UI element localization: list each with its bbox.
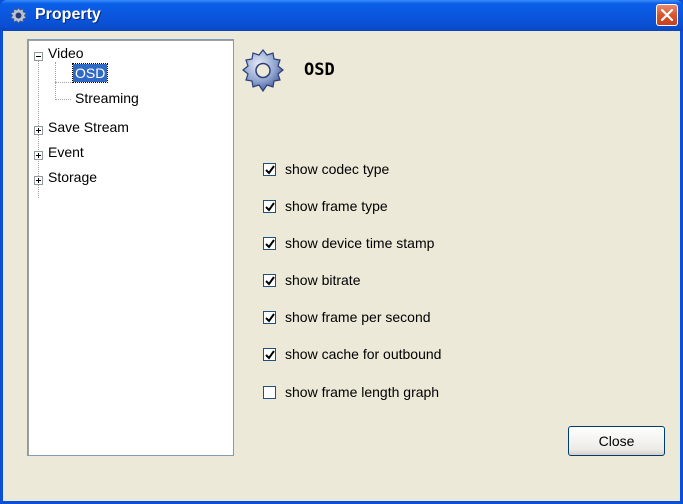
option-label: show cache for outbound [285, 346, 442, 362]
property-window: Property Video OSD Streaming Save Stream… [0, 0, 683, 504]
check-icon [265, 312, 275, 323]
collapse-toggle-video[interactable] [34, 52, 43, 61]
option-label: show device time stamp [285, 235, 435, 251]
check-icon [265, 349, 275, 360]
option-show-cache-for-outbound[interactable]: show cache for outbound [263, 345, 441, 363]
checkbox[interactable] [263, 310, 276, 324]
tree-item-streaming[interactable]: Streaming [75, 89, 139, 107]
checkbox[interactable] [263, 162, 276, 176]
checkbox[interactable] [263, 199, 276, 213]
panel-title: OSD [304, 60, 335, 80]
close-window-button[interactable] [656, 4, 678, 26]
option-label: show frame type [285, 198, 388, 214]
option-label: show frame length graph [285, 384, 440, 400]
checkbox[interactable] [263, 347, 276, 361]
check-icon [265, 275, 275, 286]
checkbox[interactable] [263, 385, 276, 399]
gear-icon [10, 7, 27, 24]
gear-icon [242, 49, 284, 93]
option-show-frame-per-second[interactable]: show frame per second [263, 308, 431, 326]
window-title: Property [35, 6, 101, 23]
option-show-device-time-stamp[interactable]: show device time stamp [263, 234, 434, 252]
title-bar[interactable]: Property [0, 0, 683, 31]
check-icon [265, 164, 275, 175]
settings-tree[interactable]: Video OSD Streaming Save Stream Event St… [27, 39, 234, 456]
option-label: show bitrate [285, 272, 361, 288]
tree-line [55, 82, 71, 83]
close-button[interactable]: Close [568, 426, 665, 456]
tree-item-video[interactable]: Video [48, 44, 84, 62]
tree-line [55, 62, 56, 100]
tree-item-event[interactable]: Event [48, 143, 84, 161]
tree-item-storage[interactable]: Storage [48, 168, 97, 186]
option-show-frame-length-graph[interactable]: show frame length graph [263, 383, 439, 401]
close-icon [661, 9, 673, 21]
tree-item-save-stream[interactable]: Save Stream [48, 118, 129, 136]
option-label: show frame per second [285, 309, 431, 325]
checkbox[interactable] [263, 273, 276, 287]
option-label: show codec type [285, 161, 390, 177]
tree-line [55, 99, 71, 100]
option-show-bitrate[interactable]: show bitrate [263, 271, 360, 289]
expand-toggle-event[interactable] [34, 151, 43, 160]
expand-toggle-storage[interactable] [34, 176, 43, 185]
option-show-frame-type[interactable]: show frame type [263, 197, 388, 215]
option-show-codec-type[interactable]: show codec type [263, 160, 389, 178]
check-icon [265, 201, 275, 212]
check-icon [265, 238, 275, 249]
tree-item-osd[interactable]: OSD [71, 63, 109, 83]
expand-toggle-save-stream[interactable] [34, 126, 43, 135]
checkbox[interactable] [263, 236, 276, 250]
